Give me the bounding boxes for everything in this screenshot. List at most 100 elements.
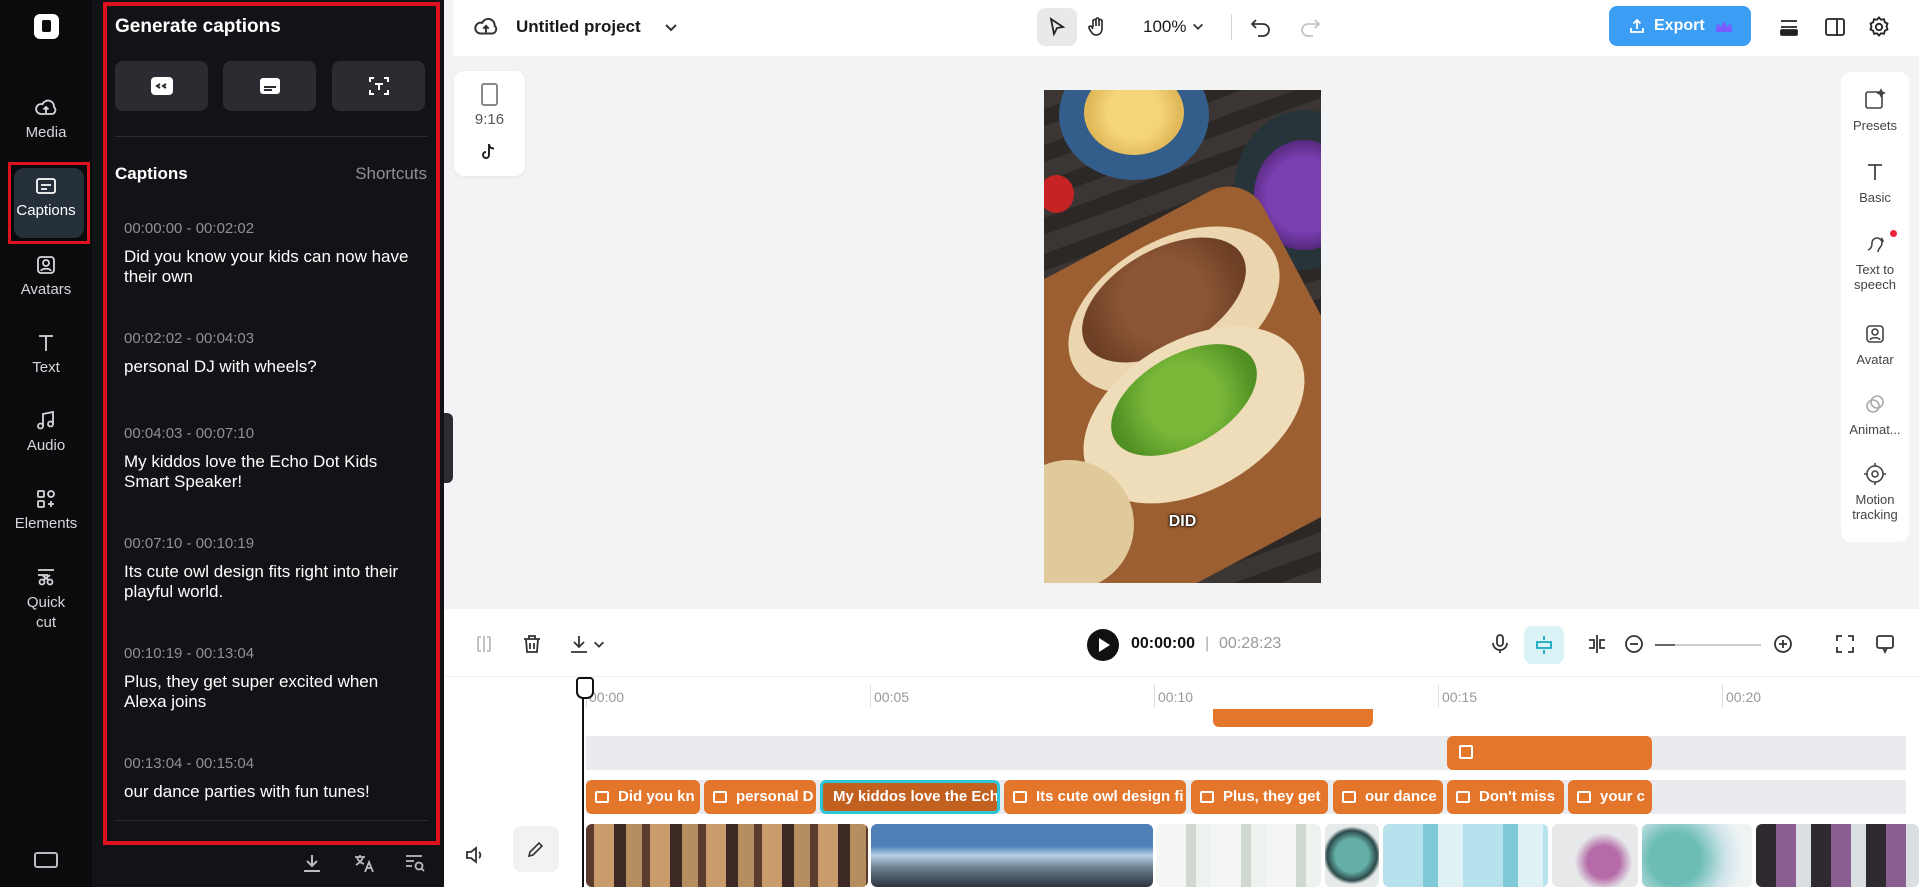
redo-icon[interactable] bbox=[1299, 16, 1321, 38]
text-clip-icon bbox=[1459, 745, 1473, 759]
caption-item[interactable]: 00:00:00 - 00:02:02 Did you know your ki… bbox=[124, 220, 424, 287]
video-clip[interactable] bbox=[1156, 824, 1321, 887]
scissors-icon bbox=[38, 569, 54, 586]
rail-item-text[interactable]: Text bbox=[0, 331, 92, 376]
trash-icon[interactable] bbox=[521, 633, 543, 655]
search-list-icon[interactable] bbox=[404, 852, 426, 874]
video-clip[interactable] bbox=[1325, 824, 1379, 887]
panel-collapse-handle[interactable] bbox=[444, 413, 453, 483]
text-clip[interactable] bbox=[1447, 736, 1652, 770]
caption-item[interactable]: 00:02:02 - 00:04:03 personal DJ with whe… bbox=[124, 330, 424, 377]
video-preview[interactable]: DID bbox=[1044, 90, 1321, 583]
video-clip[interactable] bbox=[1642, 824, 1752, 887]
manual-captions-button[interactable] bbox=[223, 61, 316, 111]
playhead[interactable] bbox=[576, 677, 594, 887]
caption-clip[interactable]: our dance bbox=[1333, 780, 1443, 814]
tick bbox=[1438, 685, 1439, 707]
export-button[interactable]: Export bbox=[1609, 6, 1751, 46]
cc-icon bbox=[151, 77, 173, 95]
magnet-snap-button[interactable] bbox=[1524, 626, 1564, 664]
timeline: 00:00:00 | 00:28:23 00:00 00:05 00:10 00… bbox=[444, 609, 1919, 887]
caption-clip-label: your c bbox=[1600, 788, 1646, 805]
comment-icon[interactable] bbox=[1874, 633, 1896, 655]
caption-clip-selected[interactable]: My kiddos love the Ech bbox=[820, 780, 1000, 814]
hand-tool[interactable] bbox=[1077, 8, 1117, 46]
select-tool[interactable] bbox=[1037, 8, 1077, 46]
tool-basic[interactable]: Basic bbox=[1841, 160, 1909, 205]
caption-item[interactable]: 00:04:03 - 00:07:10 My kiddos love the E… bbox=[124, 425, 424, 492]
tool-presets[interactable]: Presets bbox=[1841, 88, 1909, 133]
play-button[interactable] bbox=[1087, 629, 1119, 661]
translate-icon[interactable] bbox=[353, 852, 375, 874]
zoom-out-icon[interactable] bbox=[1623, 633, 1645, 655]
text-icon bbox=[39, 335, 53, 351]
tool-label: Presets bbox=[1852, 118, 1898, 133]
keyboard-icon[interactable] bbox=[34, 852, 58, 868]
rail-item-quick-cut[interactable]: Quick cut bbox=[0, 565, 92, 633]
scan-captions-button[interactable] bbox=[332, 61, 425, 111]
video-subtitle[interactable]: DID bbox=[1044, 513, 1321, 531]
shortcuts-link[interactable]: Shortcuts bbox=[355, 164, 427, 184]
caption-clip[interactable]: your c bbox=[1568, 780, 1652, 814]
caption-clip[interactable]: Its cute owl design fi bbox=[1004, 780, 1186, 814]
captions-heading: Captions bbox=[115, 164, 188, 183]
divider bbox=[115, 820, 428, 821]
text-clip[interactable] bbox=[1213, 709, 1373, 727]
tool-animation[interactable]: Animat... bbox=[1841, 392, 1909, 437]
tool-motion-tracking[interactable]: Motion tracking bbox=[1841, 462, 1909, 522]
caption-time: 00:00:00 - 00:02:02 bbox=[124, 220, 255, 237]
video-clip[interactable] bbox=[1383, 824, 1548, 887]
video-clip[interactable] bbox=[871, 824, 1153, 887]
split-clip-icon[interactable] bbox=[1586, 633, 1608, 655]
timeline-zoom-slider[interactable] bbox=[1655, 644, 1761, 646]
video-clip[interactable] bbox=[1552, 824, 1638, 887]
chevron-down-icon[interactable] bbox=[592, 633, 606, 655]
caption-clip[interactable]: Don't miss bbox=[1447, 780, 1564, 814]
caption-text[interactable]: our dance parties with fun tunes! bbox=[124, 782, 424, 802]
video-clip[interactable] bbox=[586, 824, 868, 887]
caption-text[interactable]: My kiddos love the Echo Dot Kids Smart S… bbox=[124, 452, 424, 492]
download-icon[interactable] bbox=[301, 852, 323, 874]
project-name[interactable]: Untitled project bbox=[516, 17, 641, 37]
caption-text[interactable]: Did you know your kids can now have thei… bbox=[124, 247, 424, 287]
rail-item-elements[interactable]: Elements bbox=[0, 487, 92, 532]
caption-text[interactable]: Its cute owl design fits right into thei… bbox=[124, 562, 424, 602]
app-logo[interactable] bbox=[34, 14, 59, 39]
video-clip[interactable] bbox=[1756, 824, 1919, 887]
caption-clip-icon bbox=[1013, 791, 1027, 803]
split-layout-icon[interactable] bbox=[1823, 15, 1847, 39]
cloud-sync-icon[interactable] bbox=[473, 14, 499, 40]
aspect-ratio-card[interactable]: 9:16 bbox=[454, 71, 525, 176]
rail-item-audio[interactable]: Audio bbox=[0, 409, 92, 454]
split-icon[interactable] bbox=[473, 633, 495, 655]
auto-captions-button[interactable] bbox=[115, 61, 208, 111]
rail-item-captions[interactable]: Captions bbox=[0, 162, 92, 244]
undo-icon[interactable] bbox=[1250, 16, 1272, 38]
edit-cover-button[interactable] bbox=[513, 826, 559, 872]
caption-clip[interactable]: Plus, they get bbox=[1191, 780, 1328, 814]
caption-item[interactable]: 00:13:04 - 00:15:04 our dance parties wi… bbox=[124, 755, 424, 802]
tick bbox=[1154, 685, 1155, 707]
caption-clip[interactable]: Did you kn bbox=[586, 780, 700, 814]
caption-item[interactable]: 00:10:19 - 00:13:04 Plus, they get super… bbox=[124, 645, 424, 712]
rail-label-captions: Captions bbox=[16, 202, 76, 219]
microphone-icon[interactable] bbox=[1489, 633, 1511, 655]
layers-icon[interactable] bbox=[1777, 15, 1801, 39]
rail-item-media[interactable]: Media bbox=[0, 96, 92, 141]
chevron-down-icon[interactable] bbox=[663, 20, 679, 36]
tool-text-to-speech[interactable]: Text to speech bbox=[1841, 230, 1909, 292]
gear-icon[interactable] bbox=[1867, 15, 1891, 39]
download-icon[interactable] bbox=[568, 633, 590, 655]
fullscreen-icon[interactable] bbox=[1834, 633, 1856, 655]
zoom-level[interactable]: 100% bbox=[1143, 17, 1186, 37]
caption-text[interactable]: Plus, they get super excited when Alexa … bbox=[124, 672, 424, 712]
rail-item-avatars[interactable]: Avatars bbox=[0, 253, 92, 298]
speaker-icon[interactable] bbox=[464, 844, 486, 866]
zoom-in-icon[interactable] bbox=[1772, 633, 1794, 655]
caption-clip[interactable]: personal D bbox=[704, 780, 816, 814]
caption-text[interactable]: personal DJ with wheels? bbox=[124, 357, 424, 377]
timeline-ruler[interactable]: 00:00 00:05 00:10 00:15 00:20 bbox=[444, 677, 1919, 707]
chevron-down-icon[interactable] bbox=[1191, 20, 1205, 34]
caption-item[interactable]: 00:07:10 - 00:10:19 Its cute owl design … bbox=[124, 535, 424, 602]
tool-avatar[interactable]: Avatar bbox=[1841, 322, 1909, 367]
